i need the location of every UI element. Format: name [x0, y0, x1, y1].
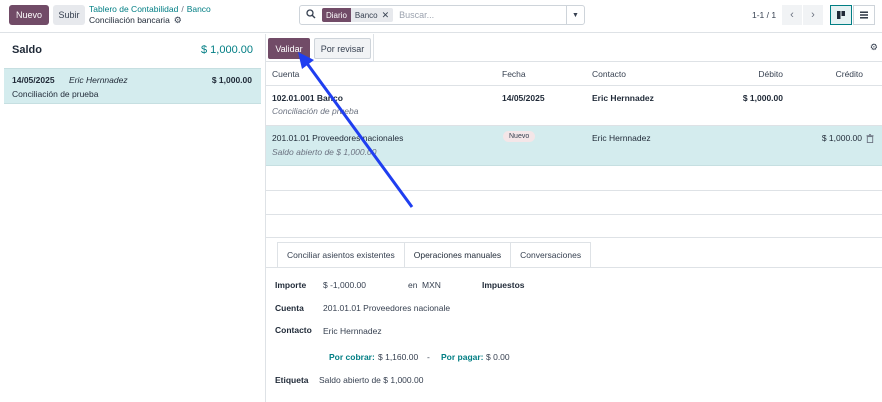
breadcrumb-accounting-dashboard[interactable]: Tablero de Contabilidad — [89, 4, 178, 14]
status-badge: Nuevo — [503, 131, 536, 142]
partner-field[interactable]: Eric Hernnadez — [323, 326, 382, 336]
payable-link[interactable]: Por pagar: — [441, 352, 484, 362]
column-header-account[interactable]: Cuenta — [272, 69, 299, 79]
kanban-view-icon[interactable] — [830, 5, 852, 25]
lines-table-header: Cuenta Fecha Contacto Débito Crédito — [266, 61, 882, 86]
tab-discussions[interactable]: Conversaciones — [510, 242, 592, 268]
row-label: Saldo abierto de $ 1,000.00 — [272, 147, 377, 157]
divider — [266, 190, 882, 191]
list-view-icon[interactable] — [853, 5, 875, 25]
label-label: Etiqueta — [275, 375, 309, 385]
column-header-credit[interactable]: Crédito — [836, 69, 863, 79]
new-button[interactable]: Nuevo — [9, 5, 49, 25]
statement-line-card[interactable]: 14/05/2025 Eric Hernnadez $ 1,000.00 Con… — [4, 68, 261, 104]
row-partner: Eric Hernnadez — [592, 93, 654, 103]
balance-value: $ 1,000.00 — [201, 44, 253, 56]
upload-button[interactable]: Subir — [53, 5, 85, 25]
breadcrumb-separator: / — [181, 4, 184, 14]
partner-label: Contacto — [275, 325, 312, 335]
account-field[interactable]: 201.01.01 Proveedores nacionale — [323, 303, 450, 313]
row-partner: Eric Hernnadez — [592, 133, 651, 143]
search-facet-journal: Diario Banco ✕ — [322, 8, 394, 22]
chevron-right-icon[interactable]: › — [803, 5, 823, 25]
amount-label: Importe — [275, 280, 307, 290]
divider — [373, 34, 374, 61]
reconciliation-toolbar: Validar Por revisar ⚙ — [266, 34, 882, 61]
row-account: 102.01.001 Banco — [272, 93, 343, 103]
divider — [266, 237, 882, 238]
divider — [266, 267, 882, 268]
row-account: 201.01.01 Proveedores nacionales — [272, 133, 404, 143]
statement-line-amount: $ 1,000.00 — [211, 75, 252, 85]
table-row[interactable]: 102.01.001 Banco Conciliación de prueba … — [266, 87, 882, 126]
trash-icon[interactable] — [866, 134, 874, 145]
pager-value[interactable]: 1-1 / 1 — [752, 10, 776, 20]
account-label: Cuenta — [275, 303, 304, 313]
control-panel: Nuevo Subir Tablero de Contabilidad / Banc… — [0, 0, 882, 33]
balance-label: Saldo — [12, 44, 42, 56]
statement-line-date: 14/05/2025 — [12, 75, 55, 85]
label-field[interactable]: Saldo abierto de $ 1,000.00 — [319, 375, 423, 385]
to-review-button[interactable]: Por revisar — [314, 38, 371, 59]
search-bar[interactable]: Diario Banco ✕ Buscar... ▼ — [299, 5, 585, 25]
statement-line-reference: Conciliación de prueba — [12, 89, 99, 99]
statement-line-partner: Eric Hernnadez — [69, 75, 128, 85]
caret-down-icon[interactable]: ▼ — [566, 6, 584, 24]
currency-in-label: en — [408, 280, 418, 290]
taxes-label: Impuestos — [482, 280, 525, 290]
validate-button[interactable]: Validar — [268, 38, 310, 59]
gear-icon[interactable]: ⚙ — [870, 42, 878, 53]
chevron-left-icon[interactable]: ‹ — [782, 5, 802, 25]
currency-field[interactable]: MXN — [422, 280, 441, 290]
table-row[interactable]: 201.01.01 Proveedores nacionales Saldo a… — [266, 126, 882, 166]
breadcrumb: Tablero de Contabilidad / Banco Conciliaci… — [89, 4, 211, 26]
gear-icon[interactable]: ⚙ — [174, 15, 182, 26]
receivable-value: $ 1,160.00 — [378, 352, 419, 362]
row-credit: $ 1,000.00 — [821, 133, 862, 143]
facet-name: Diario — [322, 8, 351, 22]
notebook-tabs: Conciliar asientos existentes Operacione… — [277, 242, 592, 268]
row-label: Conciliación de prueba — [272, 106, 359, 116]
tab-manual-operations[interactable]: Operaciones manuales — [403, 242, 512, 268]
separator-dash: - — [427, 352, 430, 362]
column-header-date[interactable]: Fecha — [502, 69, 526, 79]
search-icon — [300, 8, 322, 22]
amount-field[interactable]: $ -1,000.00 — [323, 280, 366, 290]
search-input[interactable]: Buscar... — [399, 10, 566, 20]
row-date: 14/05/2025 — [502, 93, 545, 103]
facet-value: Banco — [354, 10, 378, 20]
divider — [266, 214, 882, 215]
payable-value: $ 0.00 — [486, 352, 510, 362]
column-header-debit[interactable]: Débito — [758, 69, 783, 79]
statement-lines-panel: Saldo $ 1,000.00 14/05/2025 Eric Hernnad… — [0, 34, 266, 402]
column-header-partner[interactable]: Contacto — [592, 69, 626, 79]
close-icon[interactable]: ✕ — [382, 10, 394, 21]
page-title: Conciliación bancaria — [89, 15, 170, 25]
tab-match-existing-entries[interactable]: Conciliar asientos existentes — [277, 242, 405, 268]
breadcrumb-bank-journal[interactable]: Banco — [187, 4, 211, 14]
row-debit: $ 1,000.00 — [742, 93, 783, 103]
receivable-link[interactable]: Por cobrar: — [329, 352, 375, 362]
reconciliation-panel: Validar Por revisar ⚙ Cuenta Fecha Conta… — [266, 34, 882, 402]
